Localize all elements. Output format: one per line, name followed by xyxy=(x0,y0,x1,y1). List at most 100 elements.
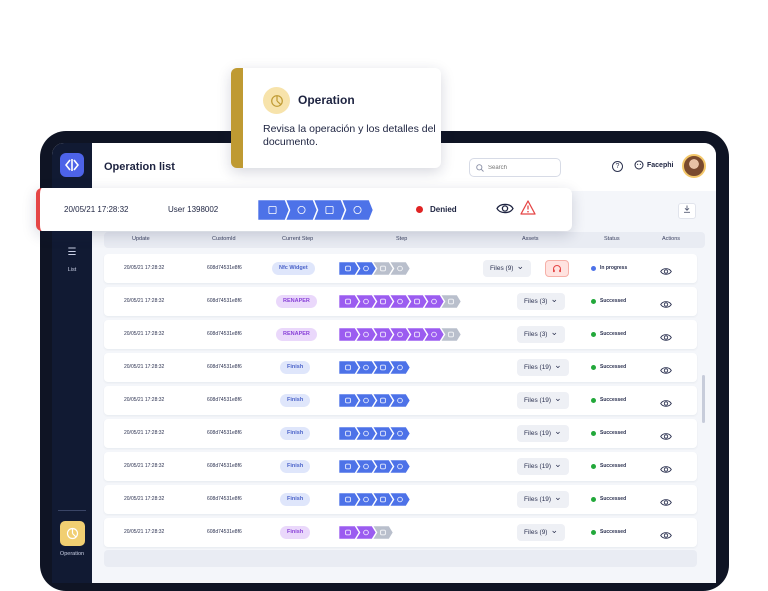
table-row[interactable]: 20/05/21 17:28:32 608d74531e8f6 Finish File… xyxy=(104,518,697,547)
current-step-badge: RENAPER xyxy=(276,295,317,308)
avatar[interactable] xyxy=(682,154,706,178)
header-assets[interactable]: Assets xyxy=(522,236,539,242)
status-dot xyxy=(591,298,596,304)
status-badge: Successed xyxy=(591,331,626,337)
row-custom-id: 608d74531e8f6 xyxy=(207,298,242,304)
step-progress xyxy=(339,493,410,506)
step-progress xyxy=(339,460,410,473)
pie-chart-icon xyxy=(66,527,79,540)
files-dropdown[interactable]: Files (3) ⌄ xyxy=(517,293,566,310)
support-button[interactable] xyxy=(545,260,569,277)
header-current-step[interactable]: Current Step xyxy=(282,236,313,242)
logo-icon[interactable] xyxy=(60,153,84,177)
files-label: Files (9) xyxy=(490,265,514,272)
step-chevron xyxy=(390,361,410,374)
status-dot xyxy=(591,496,596,502)
warning-icon[interactable] xyxy=(520,200,536,215)
step-progress xyxy=(258,200,373,220)
step-chevron xyxy=(441,295,461,308)
table-row[interactable]: 20/05/21 17:28:32 608d74531e8f6 Nfc Widget… xyxy=(104,254,697,283)
eye-icon[interactable] xyxy=(660,395,672,413)
chevron-down-icon: ⌄ xyxy=(550,293,559,304)
face-icon xyxy=(634,160,644,170)
eye-icon[interactable] xyxy=(496,202,514,215)
header-actions[interactable]: Actions xyxy=(662,236,680,242)
status-label: Successed xyxy=(600,463,627,469)
status-badge: Successed xyxy=(591,529,626,535)
files-dropdown[interactable]: Files (9) ⌄ xyxy=(517,524,566,541)
table-row[interactable]: 20/05/21 17:28:32 608d74531e8f6 Finish File… xyxy=(104,452,697,481)
files-dropdown[interactable]: Files (19) ⌄ xyxy=(517,458,569,475)
company-selector[interactable]: Facephi xyxy=(634,160,673,170)
status-badge: Successed xyxy=(591,364,626,370)
status-badge: Successed xyxy=(591,397,626,403)
current-step-badge: Finish xyxy=(280,526,311,539)
eye-icon[interactable] xyxy=(660,428,672,446)
eye-icon[interactable] xyxy=(660,362,672,380)
status-dot xyxy=(591,529,596,535)
eye-icon[interactable] xyxy=(660,494,672,512)
sidebar-item-list[interactable]: List xyxy=(52,267,92,273)
company-name: Facephi xyxy=(647,161,674,169)
status-badge: Successed xyxy=(591,430,626,436)
status-badge: In progress xyxy=(591,265,627,271)
status-dot xyxy=(591,430,596,436)
page-title: Operation list xyxy=(104,161,175,173)
operation-card[interactable]: Operation Revisa la operación y los deta… xyxy=(231,68,441,168)
status-badge: Successed xyxy=(591,463,626,469)
row-custom-id: 608d74531e8f6 xyxy=(207,397,242,403)
header-update[interactable]: Update xyxy=(132,236,150,242)
files-label: Files (9) xyxy=(524,529,548,536)
help-icon[interactable]: ? xyxy=(612,161,623,172)
header-step[interactable]: Step xyxy=(396,236,407,242)
status-dot xyxy=(591,331,596,337)
sidebar-item-operation[interactable] xyxy=(60,521,85,546)
step-progress xyxy=(339,262,410,275)
search-box[interactable] xyxy=(469,158,561,177)
step-progress xyxy=(339,427,410,440)
step-progress xyxy=(339,361,410,374)
highlighted-operation-row[interactable]: 20/05/21 17:28:32 User 1398002 Denied xyxy=(36,188,572,231)
table-row[interactable]: 20/05/21 17:28:32 608d74531e8f6 Finish File… xyxy=(104,419,697,448)
files-dropdown[interactable]: Files (19) ⌄ xyxy=(517,392,569,409)
files-label: Files (19) xyxy=(524,496,552,503)
step-chevron xyxy=(390,262,410,275)
step-chevron xyxy=(342,200,373,220)
table-row[interactable]: 20/05/21 17:28:32 608d74531e8f6 Finish File… xyxy=(104,353,697,382)
files-dropdown[interactable]: Files (19) ⌄ xyxy=(517,359,569,376)
scrollbar[interactable] xyxy=(702,375,705,423)
step-chevron xyxy=(286,200,317,220)
files-dropdown[interactable]: Files (19) ⌄ xyxy=(517,425,569,442)
eye-icon[interactable] xyxy=(660,527,672,545)
current-step-badge: Finish xyxy=(280,361,311,374)
table-row[interactable]: 20/05/21 17:28:32 608d74531e8f6 RENAPER Fil… xyxy=(104,320,697,349)
chevron-down-icon: ⌄ xyxy=(550,524,559,535)
eye-icon[interactable] xyxy=(660,461,672,479)
table-row[interactable]: 20/05/21 17:28:32 608d74531e8f6 RENAPER Fil… xyxy=(104,287,697,316)
current-step-badge: Nfc Widget xyxy=(272,262,315,275)
download-icon xyxy=(684,205,690,213)
eye-icon[interactable] xyxy=(660,296,672,314)
current-step-badge: Finish xyxy=(280,394,311,407)
row-update: 20/05/21 17:28:32 xyxy=(124,331,165,337)
chevron-down-icon: ⌄ xyxy=(554,392,562,403)
table-row[interactable]: 20/05/21 17:28:32 608d74531e8f6 Finish File… xyxy=(104,386,697,415)
files-dropdown[interactable]: Files (3) ⌄ xyxy=(517,326,566,343)
step-progress xyxy=(339,295,461,308)
header-status[interactable]: Status xyxy=(604,236,620,242)
table-row[interactable]: 20/05/21 17:28:32 608d74531e8f6 Finish File… xyxy=(104,485,697,514)
files-dropdown[interactable]: Files (9) ⌄ xyxy=(483,260,532,277)
eye-icon[interactable] xyxy=(660,329,672,347)
search-input[interactable] xyxy=(488,164,558,171)
row-update: 20/05/21 17:28:32 xyxy=(124,265,165,271)
chevron-down-icon: ⌄ xyxy=(554,359,562,370)
current-step-badge: Finish xyxy=(280,427,311,440)
list-icon[interactable]: ☰ xyxy=(52,247,92,258)
header-customid[interactable]: CustomId xyxy=(212,236,236,242)
download-button[interactable] xyxy=(678,203,696,219)
operations-table: Update CustomId Current Step Step Assets… xyxy=(104,232,705,567)
eye-icon[interactable] xyxy=(660,263,672,281)
files-dropdown[interactable]: Files (19) ⌄ xyxy=(517,491,569,508)
sidebar-operation-label[interactable]: Operation xyxy=(52,551,92,557)
files-label: Files (19) xyxy=(524,397,552,404)
